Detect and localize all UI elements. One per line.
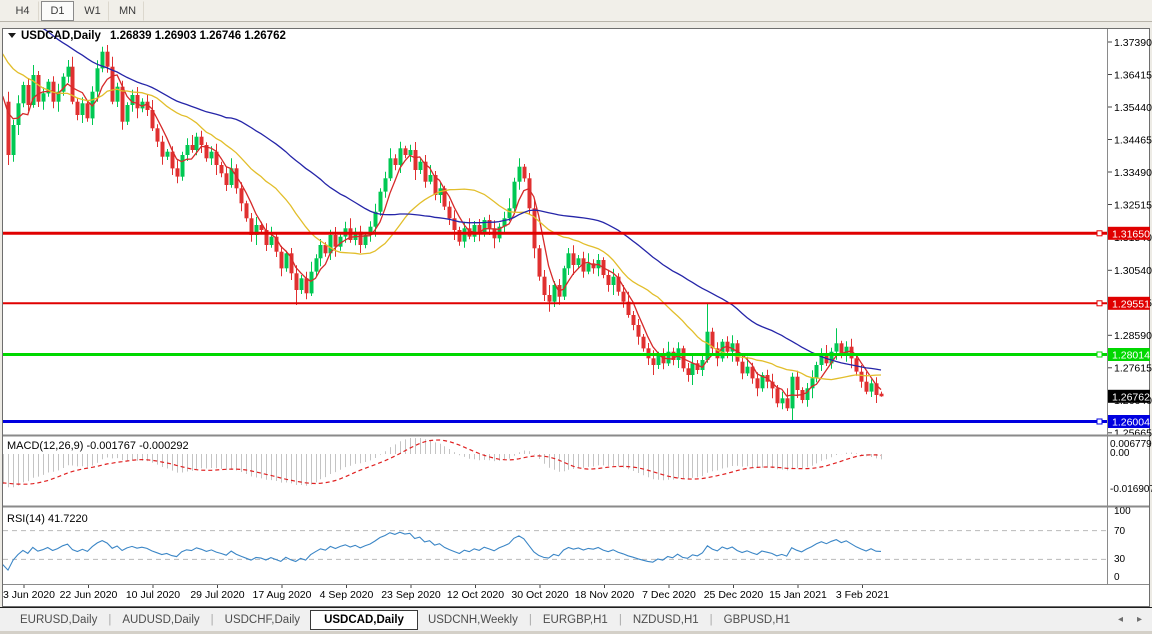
timeframe-button-w1[interactable]: W1 (76, 1, 109, 21)
macd-scale-label: -0.016907 (1110, 484, 1152, 495)
tab-nzdusd[interactable]: NZDUSD,H1 (623, 611, 709, 629)
date-tick-label: 25 Dec 2020 (704, 589, 764, 601)
svg-text:1.31650: 1.31650 (1112, 228, 1150, 240)
timeframe-button-mn[interactable]: MN (111, 1, 144, 21)
level-handle[interactable] (1097, 419, 1102, 424)
price-tick-label: 1.32515 (1114, 199, 1152, 211)
level-badge-1.29551: 1.29551 (1108, 297, 1150, 311)
price-tick-label: 1.36415 (1114, 69, 1152, 81)
date-tick-label: 10 Jul 2020 (126, 589, 180, 601)
tab-separator: | (211, 614, 214, 626)
tab-scroll-right-icon[interactable]: ▸ (1137, 614, 1142, 625)
timeframe-button-d1[interactable]: D1 (41, 1, 74, 21)
rsi-scale-label: 30 (1114, 554, 1126, 565)
price-tick-label: 1.34465 (1114, 134, 1152, 146)
timeframe-toolbar: H4D1W1MN (0, 0, 1152, 22)
tab-scroll-left-icon[interactable]: ◂ (1118, 614, 1123, 625)
level-badge-1.31650: 1.31650 (1108, 227, 1150, 241)
tab-audusd[interactable]: AUDUSD,Daily (112, 611, 209, 629)
chart-tabbar: EURUSD,Daily|AUDUSD,Daily|USDCHF,DailyUS… (0, 607, 1152, 631)
price-tick-label: 1.35440 (1114, 102, 1152, 114)
date-tick-label: 18 Nov 2020 (575, 589, 635, 601)
level-handle[interactable] (1097, 352, 1102, 357)
price-tick-label: 1.28590 (1114, 330, 1152, 342)
timeframe-button-h4[interactable]: H4 (6, 1, 39, 21)
date-tick-label: 12 Oct 2020 (447, 589, 504, 601)
tab-separator: | (619, 614, 622, 626)
level-handle[interactable] (1097, 301, 1102, 306)
tab-eurgbp[interactable]: EURGBP,H1 (533, 611, 618, 629)
date-tick-label: 22 Jun 2020 (60, 589, 118, 601)
svg-text:1.29551: 1.29551 (1112, 298, 1150, 310)
macd-scale-label: 0.00 (1110, 448, 1130, 459)
price-tick-label: 1.25665 (1114, 428, 1152, 440)
date-tick-label: 4 Sep 2020 (320, 589, 374, 601)
chart-title-symbol: USDCAD,Daily (21, 30, 101, 42)
chart-title-ohlc: 1.26839 1.26903 1.26746 1.26762 (110, 30, 286, 42)
price-tick-label: 1.33490 (1114, 167, 1152, 179)
level-badge-1.26004: 1.26004 (1108, 415, 1150, 429)
chart-canvas[interactable]: 1.37390 1.36415 1.35440 1.34465 1.33490 1.325… (0, 22, 1152, 607)
tab-separator: | (108, 614, 111, 626)
current-price-badge: 1.26762 (1108, 390, 1150, 404)
svg-text:1.26762: 1.26762 (1112, 391, 1150, 403)
level-handle[interactable] (1097, 231, 1102, 236)
tab-gbpusd[interactable]: GBPUSD,H1 (714, 611, 800, 629)
tab-eurusd[interactable]: EURUSD,Daily (10, 611, 107, 629)
rsi-label: RSI(14) 41.7220 (7, 513, 88, 525)
rsi-scale-label: 0 (1114, 572, 1120, 583)
date-tick-label: 17 Aug 2020 (253, 589, 312, 601)
tab-scroll-arrows: ◂▸ (1118, 614, 1142, 625)
rsi-scale-label: 70 (1114, 526, 1126, 537)
chart-window: 1.37390 1.36415 1.35440 1.34465 1.33490 1.325… (0, 22, 1152, 607)
date-tick-label: 29 Jul 2020 (190, 589, 244, 601)
rsi-scale-label: 100 (1114, 506, 1131, 517)
date-tick-label: 7 Dec 2020 (642, 589, 696, 601)
macd-label: MACD(12,26,9) -0.001767 -0.000292 (7, 440, 189, 452)
price-tick-label: 1.30540 (1114, 265, 1152, 277)
tab-separator: | (710, 614, 713, 626)
price-tick-label: 1.27615 (1114, 363, 1152, 375)
level-badge-1.28014: 1.28014 (1108, 348, 1150, 362)
svg-text:1.26004: 1.26004 (1112, 417, 1150, 429)
date-tick-label: 23 Sep 2020 (381, 589, 441, 601)
tab-usdchf[interactable]: USDCHF,Daily (215, 611, 310, 629)
date-tick-label: 30 Oct 2020 (511, 589, 568, 601)
date-tick-label: 3 Feb 2021 (836, 589, 889, 601)
tab-usdcad[interactable]: USDCAD,Daily (310, 610, 418, 630)
price-tick-label: 1.37390 (1114, 37, 1152, 49)
svg-text:1.28014: 1.28014 (1112, 350, 1150, 362)
date-tick-label: 3 Jun 2020 (3, 589, 55, 601)
chart-background (3, 29, 1150, 607)
tab-separator: | (529, 614, 532, 626)
date-tick-label: 15 Jan 2021 (769, 589, 827, 601)
tab-usdcnh[interactable]: USDCNH,Weekly (418, 611, 528, 629)
